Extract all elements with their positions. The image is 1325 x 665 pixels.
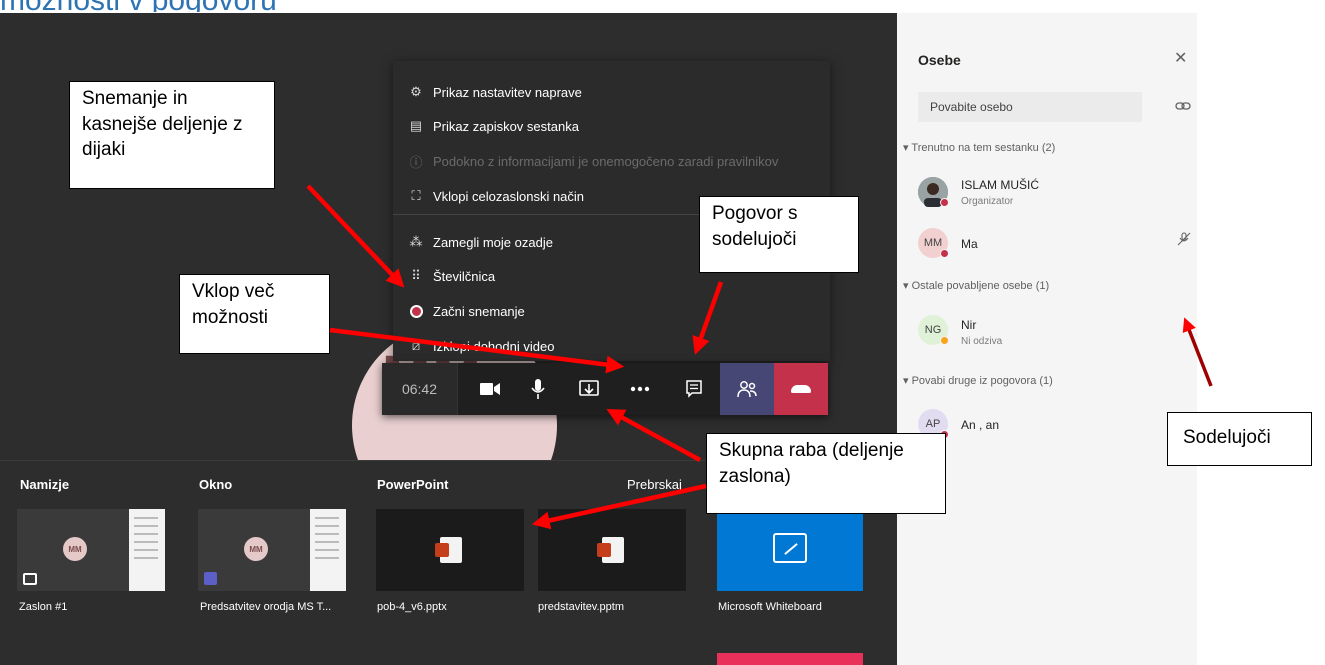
menu-item-label: Prikaz nastavitev naprave [433, 84, 582, 100]
section-invite-from-chat[interactable]: ▾ Povabi druge iz pogovora (1) [903, 374, 1053, 387]
participants-icon [737, 381, 757, 398]
share-header-window: Okno [199, 477, 233, 492]
callout-recording: Snemanje in kasnejše deljenje z dijaki [69, 81, 275, 189]
participant-role: Ni odziva [961, 336, 1003, 347]
blur-icon: ⁂ [409, 234, 423, 249]
camera-button[interactable] [468, 363, 512, 415]
menu-item-label: Številčnica [433, 268, 496, 284]
share-screen-icon [579, 380, 599, 396]
share-header-powerpoint: PowerPoint [377, 477, 449, 492]
status-dot [940, 249, 949, 258]
more-options-button[interactable] [618, 363, 662, 415]
share-screen-button[interactable] [567, 363, 611, 415]
callout-participants: Sodelujoči [1167, 412, 1312, 466]
chat-icon [686, 380, 702, 398]
share-tile-label: Microsoft Whiteboard [718, 601, 822, 613]
menu-item-label: Zamegli moje ozadje [433, 234, 553, 250]
participants-button[interactable] [720, 363, 774, 415]
more-options-icon [630, 386, 650, 392]
page-title: možnosti v pogovoru [0, 0, 277, 12]
share-tile-pptx-1[interactable] [376, 509, 524, 591]
section-other-invited[interactable]: ▾ Ostale povabljene osebe (1) [903, 279, 1049, 292]
menu-item-label: Prikaz zapiskov sestanka [433, 118, 579, 134]
menu-item-label: Začni snemanje [433, 303, 525, 319]
share-tile-pptx-2[interactable] [538, 509, 686, 591]
callout-share-screen: Skupna raba (deljenje zaslona) [706, 433, 946, 514]
close-icon[interactable]: ✕ [1174, 48, 1187, 68]
participant-name[interactable]: Nir [961, 318, 976, 332]
menu-item-start-recording[interactable]: Začni snemanje [393, 296, 830, 326]
chat-button[interactable] [672, 363, 716, 415]
camera-icon [480, 383, 500, 395]
menu-item-meeting-notes[interactable]: ▤ Prikaz zapiskov sestanka [393, 111, 830, 141]
callout-more-options: Vklop več možnosti [179, 274, 330, 354]
mini-avatar: MM [244, 537, 268, 561]
gear-icon: ⚙ [410, 84, 422, 99]
menu-item-incoming-video-off[interactable]: ⧄ Izklopi dohodni video [393, 331, 830, 361]
hang-up-icon [791, 385, 811, 393]
menu-item-label: Podokno z informacijami je onemogočeno z… [433, 153, 779, 169]
video-off-icon: ⧄ [411, 338, 421, 353]
dialpad-icon: ⠿ [411, 268, 421, 283]
share-tile-label: Zaslon #1 [19, 601, 68, 613]
participant-name[interactable]: Ma [961, 237, 978, 251]
share-tile-window[interactable]: MM [198, 509, 346, 591]
microphone-button[interactable] [516, 363, 560, 415]
share-tile-whiteboard[interactable] [717, 509, 863, 591]
callout-chat: Pogovor s sodelujoči [699, 196, 859, 273]
info-icon: ⓘ [409, 154, 423, 170]
share-tile-partial[interactable] [717, 653, 863, 665]
people-title: Osebe [918, 52, 961, 68]
record-icon [405, 301, 427, 321]
powerpoint-icon [435, 537, 462, 563]
participant-name[interactable]: ISLAM MUŠIĆ [961, 178, 1039, 192]
section-in-meeting[interactable]: ▾ Trenutno na tem sestanku (2) [903, 141, 1055, 154]
teams-icon [204, 572, 217, 585]
share-tile-screen[interactable]: MM [17, 509, 165, 591]
participant-role: Organizator [961, 196, 1014, 207]
fullscreen-icon: ⛶ [411, 188, 421, 203]
share-tile-label: predstavitev.pptm [538, 601, 625, 613]
mini-avatar: MM [63, 537, 87, 561]
whiteboard-icon [773, 533, 807, 563]
menu-item-device-settings[interactable]: ⚙ Prikaz nastavitev naprave [393, 77, 830, 107]
link-icon[interactable] [1175, 98, 1191, 114]
share-tile-label: pob-4_v6.pptx [377, 601, 447, 613]
share-tile-label: Predsatvitev orodja MS T... [200, 601, 332, 613]
menu-item-label: Vklopi celozaslonski način [433, 188, 585, 204]
notes-icon: ▤ [409, 118, 423, 133]
microphone-icon [531, 379, 545, 399]
share-browse-link[interactable]: Prebrskaj [627, 477, 682, 492]
status-dot [940, 198, 949, 207]
mic-muted-icon [1177, 232, 1191, 246]
call-timer: 06:42 [382, 363, 458, 415]
menu-item-info-pane: ⓘ Podokno z informacijami je onemogočeno… [393, 146, 830, 176]
call-toolbar: 06:42 [382, 363, 828, 415]
powerpoint-icon [597, 537, 624, 563]
menu-item-label: Izklopi dohodni video [433, 338, 555, 354]
screen-icon [23, 573, 37, 585]
hang-up-button[interactable] [774, 363, 828, 415]
participant-name[interactable]: An , an [961, 418, 999, 432]
people-pane: Osebe ✕ Povabite osebo ▾ Trenutno na tem… [897, 13, 1197, 665]
share-header-desktop: Namizje [20, 477, 70, 492]
status-dot [940, 336, 949, 345]
people-panel: Osebe ✕ Povabite osebo ▾ Trenutno na tem… [897, 13, 1325, 665]
invite-input[interactable]: Povabite osebo [918, 92, 1142, 122]
